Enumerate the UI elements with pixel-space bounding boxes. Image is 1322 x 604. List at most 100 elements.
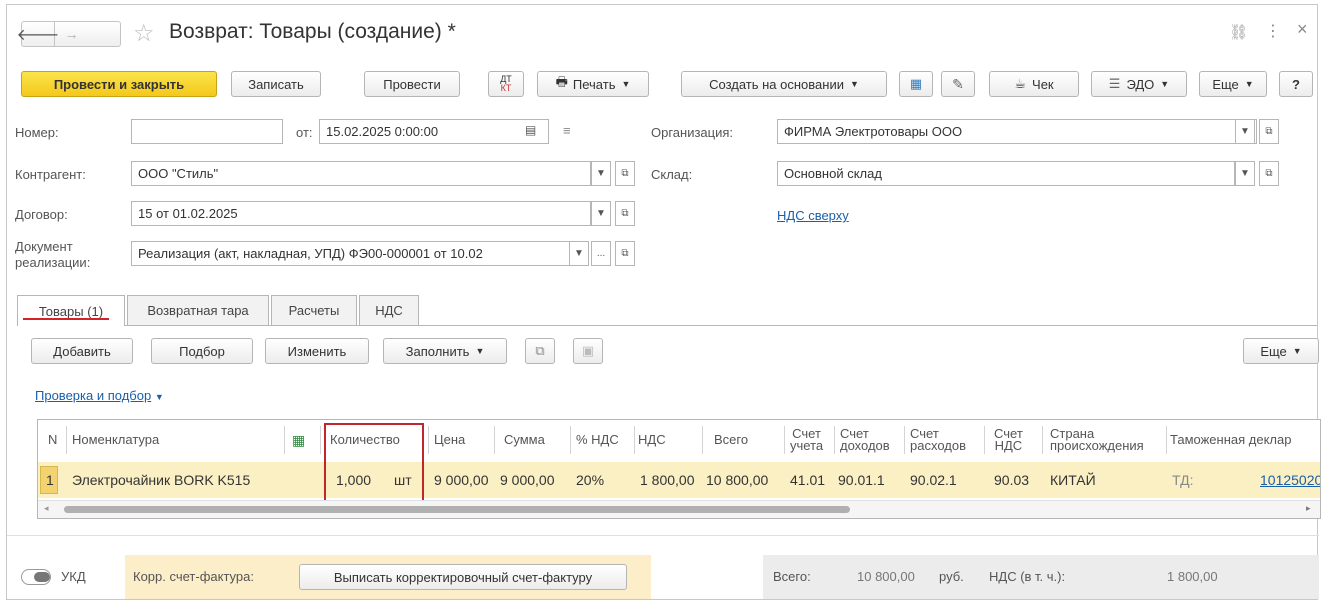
back-button[interactable]: 🡐 <box>17 22 59 46</box>
col-header-account-1[interactable]: Счет учета <box>790 420 823 460</box>
contract-dropdown-button[interactable]: ▼ <box>591 201 611 226</box>
forward-button[interactable]: → <box>55 22 88 46</box>
structure-button[interactable]: ▦ <box>899 71 933 97</box>
contract-open-button[interactable]: ⧉ <box>615 201 635 226</box>
calendar-icon[interactable]: ▤ <box>525 123 536 137</box>
col-header-price[interactable]: Цена <box>434 420 465 460</box>
cell-vat-rate[interactable]: 20% <box>576 464 604 496</box>
cell-vat[interactable]: 1 800,00 <box>640 464 695 496</box>
table-more-button[interactable]: Еще ▼ <box>1243 338 1319 364</box>
warehouse-label: Склад: <box>651 167 693 182</box>
copy-icon: ⧉ <box>535 343 545 358</box>
col-header-customs[interactable]: Таможенная деклар <box>1170 420 1291 460</box>
link-icon[interactable]: ⛓ <box>1229 23 1248 41</box>
print-button[interactable]: 🖶 Печать ▼ <box>537 71 649 97</box>
post-and-close-button[interactable]: Провести и закрыть <box>21 71 217 97</box>
tab-vat[interactable]: НДС <box>359 295 419 325</box>
paste-rows-button[interactable]: ▣ <box>573 338 603 364</box>
sale-document-open-button[interactable]: ⧉ <box>615 241 635 266</box>
col-header-account-3[interactable]: Счет расходов <box>910 420 966 460</box>
total-value: 10 800,00 <box>857 569 915 584</box>
col-header-account-4[interactable]: Счет НДС <box>994 420 1023 460</box>
scroll-right-icon[interactable]: ▸ <box>1306 503 1311 514</box>
cell-account-4[interactable]: 90.03 <box>994 464 1029 496</box>
chevron-down-icon: ▼ <box>154 392 164 402</box>
col-header-n[interactable]: N <box>48 420 57 460</box>
tab-settlements[interactable]: Расчеты <box>271 295 357 325</box>
add-row-button[interactable]: Добавить <box>31 338 133 364</box>
col-separator <box>1166 426 1167 454</box>
post-button[interactable]: Провести <box>364 71 460 97</box>
cell-item[interactable]: Электрочайник BORK K515 <box>72 464 250 496</box>
organization-input[interactable]: ФИРМА Электротовары ООО <box>777 119 1257 144</box>
cell-account-1[interactable]: 41.01 <box>790 464 825 496</box>
col-header-total[interactable]: Всего <box>714 420 748 460</box>
cell-sum[interactable]: 9 000,00 <box>500 464 555 496</box>
counterparty-open-button[interactable]: ⧉ <box>615 161 635 186</box>
edo-label: ЭДО <box>1126 76 1155 92</box>
copy-rows-button[interactable]: ⧉ <box>525 338 555 364</box>
edo-button[interactable]: ☰ ЭДО ▼ <box>1091 71 1187 97</box>
favorite-star-icon[interactable]: ☆ <box>133 19 155 48</box>
toggle-knob <box>34 572 50 582</box>
pick-button[interactable]: Подбор <box>151 338 253 364</box>
close-icon[interactable]: × <box>1297 19 1308 40</box>
attach-button[interactable]: ✎ <box>941 71 975 97</box>
create-based-on-button[interactable]: Создать на основании ▼ <box>681 71 887 97</box>
window-title: Возврат: Товары (создание) * <box>169 20 456 43</box>
date-input[interactable]: 15.02.2025 0:00:00 <box>319 119 549 144</box>
dtkt-button[interactable]: ДТ КТ <box>488 71 524 97</box>
scrollbar-thumb[interactable] <box>64 506 850 513</box>
col-header-sum[interactable]: Сумма <box>504 420 545 460</box>
cell-customs-link[interactable]: 10125020 <box>1260 464 1320 496</box>
col-header-country[interactable]: Страна происхождения <box>1050 420 1144 460</box>
contract-input[interactable]: 15 от 01.02.2025 <box>131 201 591 226</box>
tab-goods[interactable]: Товары (1) <box>17 295 125 326</box>
sale-document-label-line2: реализации: <box>15 255 91 270</box>
warehouse-input[interactable]: Основной склад <box>777 161 1235 186</box>
tab-returnable-packaging[interactable]: Возвратная тара <box>127 295 269 325</box>
vat-total-value: 1 800,00 <box>1167 569 1218 584</box>
col-header-account-1-line2: учета <box>790 438 824 453</box>
comment-icon[interactable]: ≡ <box>563 123 571 138</box>
col-separator <box>284 426 285 454</box>
sale-document-input[interactable]: Реализация (акт, накладная, УПД) ФЭ00-00… <box>131 241 571 266</box>
more-icon[interactable]: ⋮ <box>1265 21 1281 41</box>
counterparty-input[interactable]: ООО "Стиль" <box>131 161 591 186</box>
save-button[interactable]: Записать <box>231 71 321 97</box>
col-header-country-line2: происхождения <box>1050 438 1144 453</box>
sale-document-select-button[interactable]: ... <box>591 241 611 266</box>
scroll-left-icon[interactable]: ◂ <box>44 503 49 514</box>
col-header-item[interactable]: Номенклатура <box>72 420 159 460</box>
receipt-button[interactable]: ☕ Чек <box>989 71 1079 97</box>
warehouse-open-button[interactable]: ⧉ <box>1259 161 1279 186</box>
col-header-vat-rate[interactable]: % НДС <box>576 420 619 460</box>
ukd-toggle[interactable] <box>21 569 51 585</box>
sale-document-dropdown-button[interactable]: ▼ <box>569 241 589 266</box>
cell-country[interactable]: КИТАЙ <box>1050 464 1096 496</box>
vat-on-top-link[interactable]: НДС сверху <box>777 208 849 223</box>
col-header-vat[interactable]: НДС <box>638 420 666 460</box>
more-button[interactable]: Еще ▼ <box>1199 71 1267 97</box>
organization-dropdown-button[interactable]: ▼ <box>1235 119 1255 144</box>
number-input[interactable] <box>131 119 283 144</box>
edit-button[interactable]: Изменить <box>265 338 369 364</box>
issue-corr-invoice-button[interactable]: Выписать корректировочный счет-фактуру <box>299 564 627 590</box>
check-and-pick-link[interactable]: Проверка и подбор ▼ <box>35 388 164 403</box>
cell-total[interactable]: 10 800,00 <box>706 464 768 496</box>
quantity-highlight-box <box>324 423 424 507</box>
counterparty-dropdown-button[interactable]: ▼ <box>591 161 611 186</box>
organization-open-button[interactable]: ⧉ <box>1259 119 1279 144</box>
cell-account-3[interactable]: 90.02.1 <box>910 464 957 496</box>
help-button[interactable]: ? <box>1279 71 1313 97</box>
cell-price[interactable]: 9 000,00 <box>434 464 489 496</box>
col-header-account-2[interactable]: Счет доходов <box>840 420 890 460</box>
barcode-icon[interactable]: ▦ <box>292 420 305 460</box>
col-separator <box>494 426 495 454</box>
cell-account-2[interactable]: 90.01.1 <box>838 464 885 496</box>
nav-buttons: 🡐 → <box>17 21 121 47</box>
col-separator <box>904 426 905 454</box>
fill-button[interactable]: Заполнить ▼ <box>383 338 507 364</box>
warehouse-dropdown-button[interactable]: ▼ <box>1235 161 1255 186</box>
fill-label: Заполнить <box>405 343 470 359</box>
